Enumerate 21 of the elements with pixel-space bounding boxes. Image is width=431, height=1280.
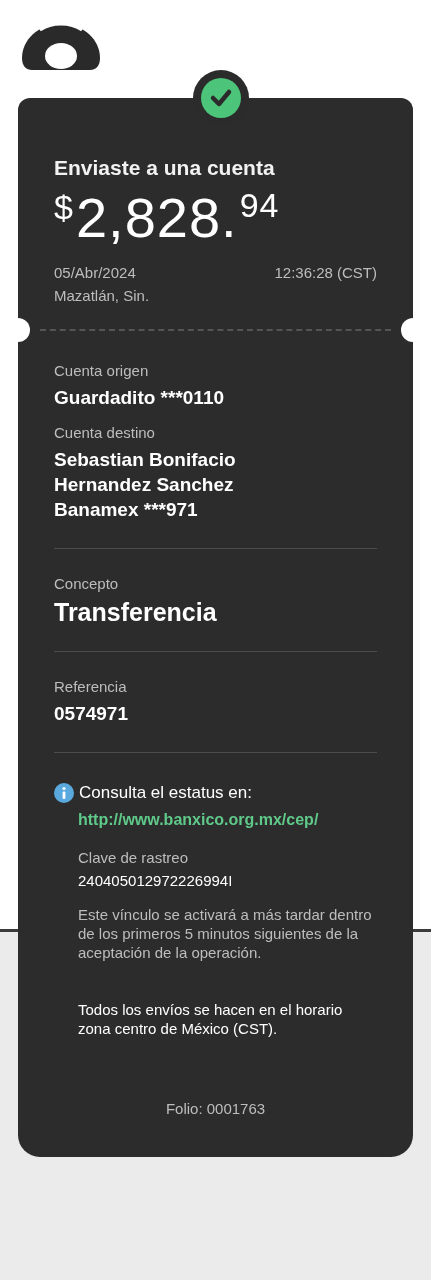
field-label: Cuenta origen — [54, 362, 150, 379]
location: Mazatlán, Sin. — [54, 287, 151, 304]
status-heading: Consulta el estatus en: — [79, 783, 252, 803]
banxico-link[interactable]: http://www.banxico.org.mx/cep/ — [78, 811, 319, 829]
field-value: Sebastian Bonifacio Hernandez Sanchez Banamex ***971 — [54, 448, 237, 522]
field-label: Clave de rastreo — [78, 849, 190, 866]
schedule-note: Todos los envíos se hacen en el horario zona centro de México (CST). — [78, 1000, 344, 1038]
time: 12:36:28 (CST) — [274, 264, 377, 281]
folio-number: Folio: 0001763 — [164, 1100, 267, 1117]
date: 05/Abr/2024 — [54, 264, 136, 281]
receipt-title: Enviaste a una cuenta — [54, 156, 276, 180]
activation-note: Este vínculo se activará a más tardar dentro de los primeros 5 minutos siguientes de la aceptación de la operación. — [78, 905, 373, 962]
field-value: Guardadito ***0110 — [54, 386, 226, 410]
field-value: Transferencia — [54, 600, 218, 625]
field-label: Concepto — [54, 575, 120, 592]
amount: $^{$}$2,828.$^{94}$ — [54, 188, 281, 246]
field-value: 0574971 — [54, 702, 129, 726]
tracking-key: 240405012972226994I — [78, 872, 377, 889]
field-label: Cuenta destino — [54, 424, 156, 441]
info-icon — [54, 783, 74, 803]
field-label: Referencia — [54, 678, 128, 695]
